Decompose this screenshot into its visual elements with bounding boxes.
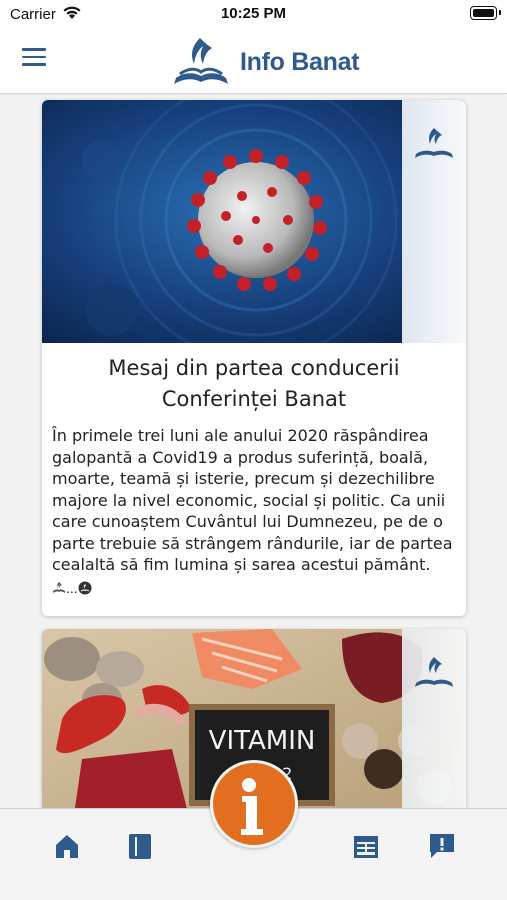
status-bar: Carrier 10:25 PM [0,0,507,28]
article-excerpt: În primele trei luni ale anului 2020 răs… [52,426,453,574]
calendar-icon[interactable] [351,831,381,861]
chalkboard-text: VITAMIN [209,726,316,756]
brand: Info Banat [170,34,360,90]
article-feed[interactable]: Mesaj din partea conducerii Conferinței … [0,95,507,808]
coronavirus-image [42,100,466,343]
home-icon[interactable] [52,831,82,861]
app-header: Info Banat [0,28,507,94]
info-banat-label: Banat [261,800,271,825]
battery-icon [470,6,501,20]
article-card[interactable]: Mesaj din partea conducerii Conferinței … [42,100,466,616]
adventist-flame-logo [174,38,228,84]
book-icon[interactable] [125,831,155,861]
adventist-small-icon [53,581,65,593]
info-banat-icon[interactable]: Banat [210,760,298,848]
clock: 10:25 PM [220,5,287,22]
article-footer: ... [42,576,466,596]
adventist-round-icon [78,581,92,594]
ellipsis: ... [66,579,78,596]
article-title[interactable]: Mesaj din partea conducerii Conferinței … [42,343,466,415]
alert-message-icon[interactable] [427,831,457,861]
app-title: Info Banat [240,47,360,76]
hamburger-menu-icon[interactable] [22,48,48,70]
